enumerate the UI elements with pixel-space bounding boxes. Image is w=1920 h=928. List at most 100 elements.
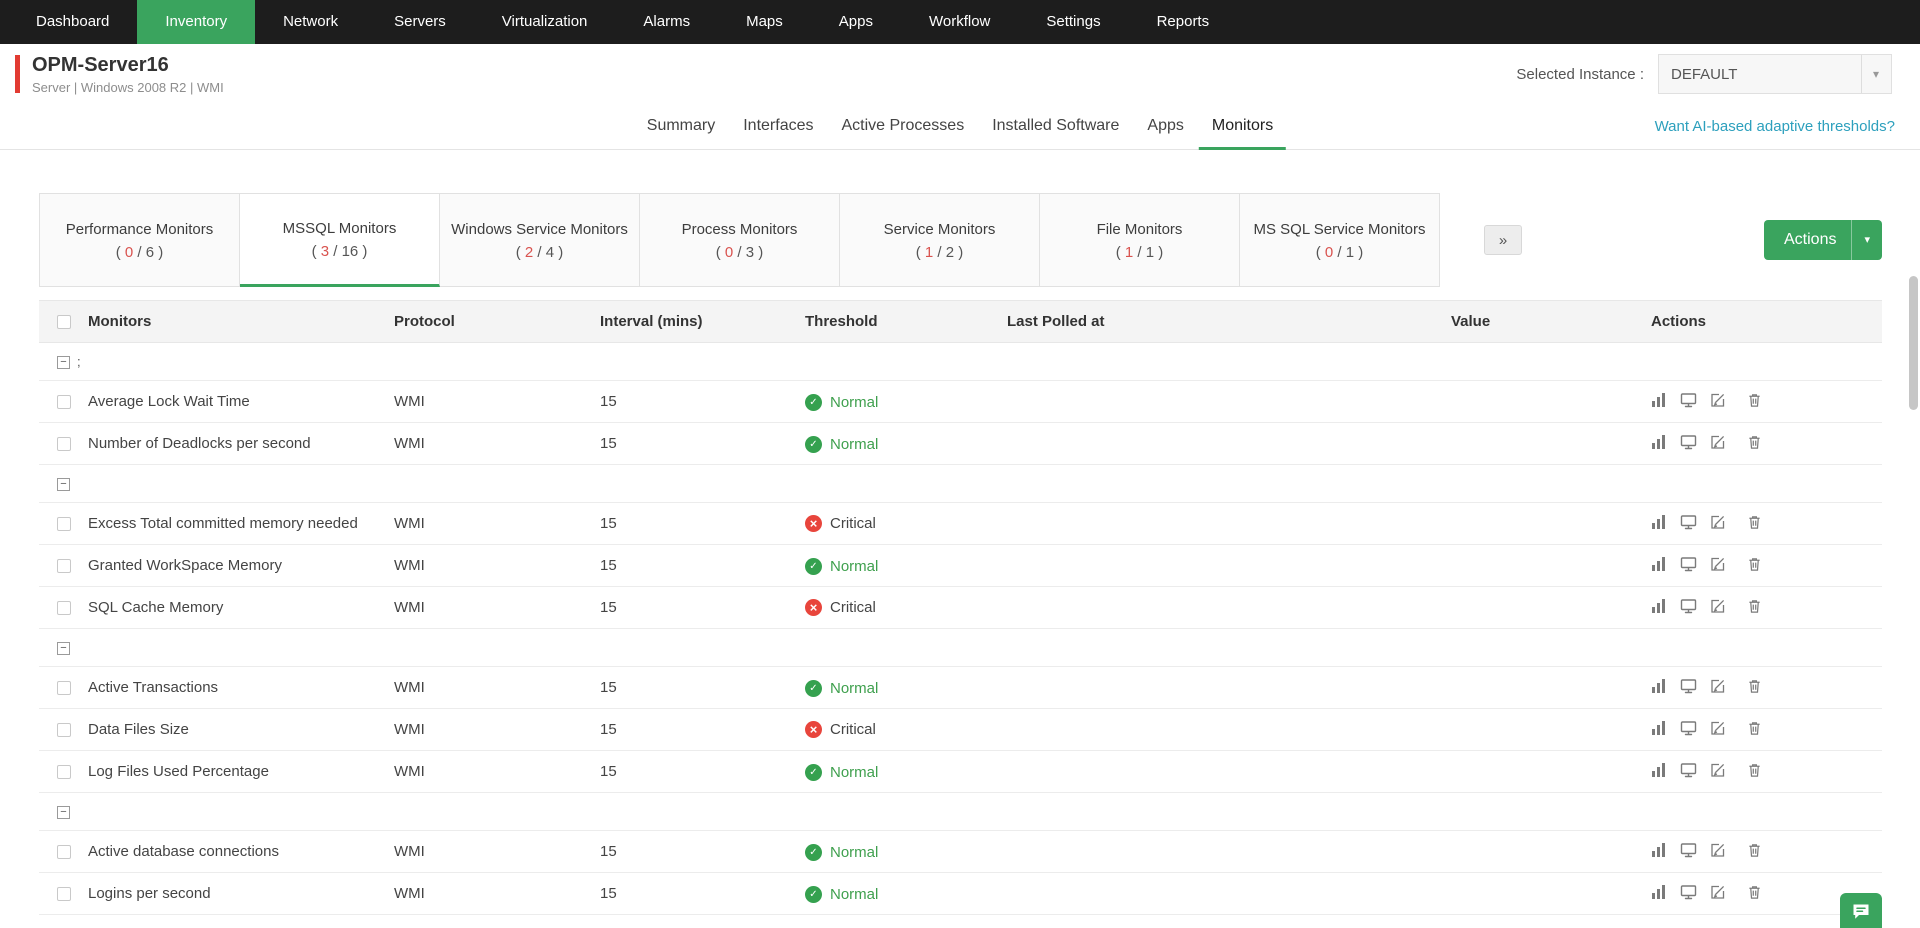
vertical-scrollbar[interactable] xyxy=(1909,276,1918,410)
row-checkbox[interactable] xyxy=(57,437,71,451)
row-checkbox[interactable] xyxy=(57,887,71,901)
tab-summary[interactable]: Summary xyxy=(634,104,728,150)
actions-button[interactable]: Actions▾ xyxy=(1764,220,1882,260)
tab-interfaces[interactable]: Interfaces xyxy=(730,104,826,150)
tab-active-processes[interactable]: Active Processes xyxy=(828,104,977,150)
row-actions xyxy=(1651,842,1762,858)
monitor-tab-label: Windows Service Monitors xyxy=(451,220,628,239)
collapse-icon[interactable]: − xyxy=(57,806,70,819)
row-checkbox[interactable] xyxy=(57,681,71,695)
collapse-icon[interactable]: − xyxy=(57,642,70,655)
nav-item-dashboard[interactable]: Dashboard xyxy=(8,0,137,44)
threshold-label: Normal xyxy=(830,436,878,453)
chat-feedback-button[interactable] xyxy=(1840,893,1882,928)
nav-item-apps[interactable]: Apps xyxy=(811,0,901,44)
graph-icon[interactable] xyxy=(1651,842,1667,858)
more-tabs-button[interactable]: » xyxy=(1484,225,1522,255)
graph-icon[interactable] xyxy=(1651,762,1667,778)
tab-monitors[interactable]: Monitors xyxy=(1199,104,1286,150)
nav-item-servers[interactable]: Servers xyxy=(366,0,474,44)
row-checkbox[interactable] xyxy=(57,765,71,779)
last-polled-value xyxy=(1007,381,1451,423)
delete-icon[interactable] xyxy=(1747,598,1762,614)
nav-item-virtualization[interactable]: Virtualization xyxy=(474,0,616,44)
nav-item-reports[interactable]: Reports xyxy=(1129,0,1238,44)
monitor-screen-icon[interactable] xyxy=(1680,556,1697,572)
row-checkbox[interactable] xyxy=(57,395,71,409)
delete-icon[interactable] xyxy=(1747,720,1762,736)
edit-icon[interactable] xyxy=(1710,392,1726,408)
delete-icon[interactable] xyxy=(1747,514,1762,530)
monitor-tab-service-monitors[interactable]: Service Monitors( 1 / 2 ) xyxy=(840,194,1040,287)
nav-item-workflow[interactable]: Workflow xyxy=(901,0,1018,44)
row-actions xyxy=(1651,720,1762,736)
row-checkbox[interactable] xyxy=(57,845,71,859)
tab-installed-software[interactable]: Installed Software xyxy=(979,104,1132,150)
edit-icon[interactable] xyxy=(1710,598,1726,614)
edit-icon[interactable] xyxy=(1710,514,1726,530)
row-checkbox[interactable] xyxy=(57,559,71,573)
severity-bar xyxy=(15,55,20,93)
monitor-screen-icon[interactable] xyxy=(1680,762,1697,778)
row-actions xyxy=(1651,598,1762,614)
collapse-icon[interactable]: − xyxy=(57,356,70,369)
monitor-screen-icon[interactable] xyxy=(1680,514,1697,530)
edit-icon[interactable] xyxy=(1710,762,1726,778)
table-body: −;Average Lock Wait TimeWMI15✓NormalNumb… xyxy=(39,343,1882,915)
monitor-tab-process-monitors[interactable]: Process Monitors( 0 / 3 ) xyxy=(640,194,840,287)
collapse-icon[interactable]: − xyxy=(57,478,70,491)
monitor-tab-performance-monitors[interactable]: Performance Monitors( 0 / 6 ) xyxy=(40,194,240,287)
monitor-tab-windows-service-monitors[interactable]: Windows Service Monitors( 2 / 4 ) xyxy=(440,194,640,287)
monitor-tab-file-monitors[interactable]: File Monitors( 1 / 1 ) xyxy=(1040,194,1240,287)
monitor-screen-icon[interactable] xyxy=(1680,884,1697,900)
page-title: OPM-Server16 xyxy=(32,54,224,77)
delete-icon[interactable] xyxy=(1747,762,1762,778)
edit-icon[interactable] xyxy=(1710,884,1726,900)
nav-item-settings[interactable]: Settings xyxy=(1018,0,1128,44)
delete-icon[interactable] xyxy=(1747,842,1762,858)
graph-icon[interactable] xyxy=(1651,678,1667,694)
protocol-value: WMI xyxy=(394,667,600,709)
monitor-screen-icon[interactable] xyxy=(1680,392,1697,408)
delete-icon[interactable] xyxy=(1747,434,1762,450)
monitor-tab-count: ( 1 / 1 ) xyxy=(1116,244,1164,261)
select-all-checkbox[interactable] xyxy=(57,315,71,329)
delete-icon[interactable] xyxy=(1747,392,1762,408)
ai-thresholds-link[interactable]: Want AI-based adaptive thresholds? xyxy=(1655,104,1895,150)
monitor-screen-icon[interactable] xyxy=(1680,842,1697,858)
nav-item-inventory[interactable]: Inventory xyxy=(137,0,255,44)
row-checkbox[interactable] xyxy=(57,723,71,737)
graph-icon[interactable] xyxy=(1651,720,1667,736)
delete-icon[interactable] xyxy=(1747,678,1762,694)
graph-icon[interactable] xyxy=(1651,392,1667,408)
delete-icon[interactable] xyxy=(1747,556,1762,572)
row-checkbox[interactable] xyxy=(57,517,71,531)
interval-value: 15 xyxy=(600,709,805,751)
graph-icon[interactable] xyxy=(1651,884,1667,900)
monitor-screen-icon[interactable] xyxy=(1680,678,1697,694)
monitor-tab-ms-sql-service-monitors[interactable]: MS SQL Service Monitors( 0 / 1 ) xyxy=(1240,194,1440,287)
edit-icon[interactable] xyxy=(1710,556,1726,572)
nav-item-maps[interactable]: Maps xyxy=(718,0,811,44)
monitor-tab-mssql-monitors[interactable]: MSSQL Monitors( 3 / 16 ) xyxy=(240,194,440,287)
monitor-screen-icon[interactable] xyxy=(1680,434,1697,450)
graph-icon[interactable] xyxy=(1651,434,1667,450)
protocol-value: WMI xyxy=(394,381,600,423)
monitors-table-wrap: MonitorsProtocolInterval (mins)Threshold… xyxy=(39,300,1882,915)
nav-item-network[interactable]: Network xyxy=(255,0,366,44)
edit-icon[interactable] xyxy=(1710,434,1726,450)
edit-icon[interactable] xyxy=(1710,842,1726,858)
edit-icon[interactable] xyxy=(1710,678,1726,694)
graph-icon[interactable] xyxy=(1651,556,1667,572)
monitor-screen-icon[interactable] xyxy=(1680,598,1697,614)
nav-item-alarms[interactable]: Alarms xyxy=(615,0,718,44)
row-checkbox[interactable] xyxy=(57,601,71,615)
column-header-value: Value xyxy=(1451,301,1651,343)
graph-icon[interactable] xyxy=(1651,514,1667,530)
delete-icon[interactable] xyxy=(1747,884,1762,900)
selected-instance-dropdown[interactable]: DEFAULT ▾ xyxy=(1658,54,1892,94)
monitor-screen-icon[interactable] xyxy=(1680,720,1697,736)
tab-apps[interactable]: Apps xyxy=(1134,104,1196,150)
edit-icon[interactable] xyxy=(1710,720,1726,736)
graph-icon[interactable] xyxy=(1651,598,1667,614)
